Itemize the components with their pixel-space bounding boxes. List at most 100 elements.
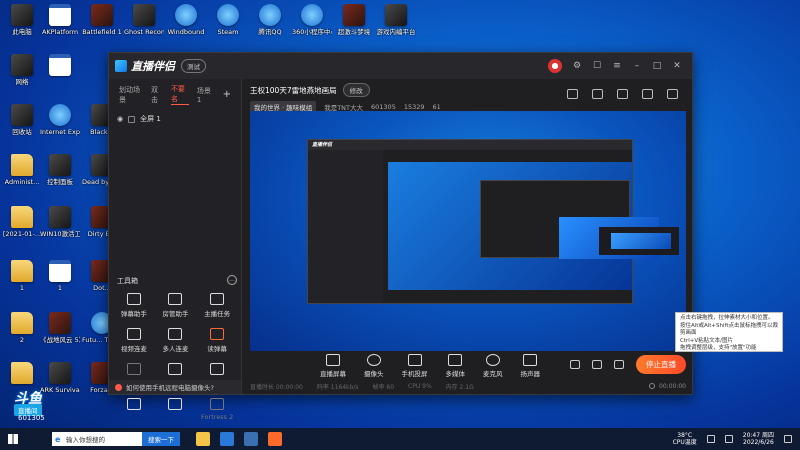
status-item-1: 码率 1164kb/s — [316, 383, 359, 391]
desktop-icon-6[interactable]: 腾讯QQ — [250, 4, 290, 36]
desktop-icon-15[interactable]: Administ... — [2, 154, 42, 186]
more-icon[interactable]: … — [227, 275, 237, 285]
desktop-icon-28[interactable]: ARK Survival... — [40, 362, 80, 394]
tool-item-2[interactable]: 主播任务 — [196, 293, 238, 318]
shortcut-icon — [217, 4, 239, 26]
desktop-icon-19[interactable]: WIN10激活工具 — [40, 206, 80, 238]
preview-canvas[interactable]: 直播伴侣 — [250, 111, 686, 351]
minimize-icon[interactable]: – — [632, 61, 642, 71]
source-action-0[interactable]: 直播屏幕 — [320, 354, 346, 378]
scene-source-item[interactable]: ◉ 全屏 1 — [109, 110, 241, 128]
screenshot-icon[interactable] — [617, 89, 628, 99]
desktop-icon-13[interactable]: Internet Explorer — [40, 104, 80, 136]
tab-scene-2[interactable]: 不要名 — [170, 84, 189, 105]
shortcut-icon — [49, 104, 71, 126]
taskbar-search-button[interactable]: 搜索一下 — [142, 432, 180, 446]
shortcut-icon — [175, 4, 197, 26]
desktop-icon-22[interactable]: 1 — [40, 260, 80, 292]
record-icon[interactable] — [592, 89, 603, 99]
skin-icon[interactable]: ☐ — [592, 61, 602, 71]
desktop-icon-1[interactable]: AKPlatform — [40, 4, 80, 36]
menu-icon[interactable]: ≡ — [612, 61, 622, 71]
maximize-icon[interactable]: □ — [652, 61, 662, 71]
source-action-2[interactable]: 手机投屏 — [402, 354, 428, 378]
desktop-icon-24[interactable]: 2 — [2, 312, 42, 344]
source-action-4[interactable]: 麦克风 — [483, 354, 503, 378]
tab-scene-3[interactable]: 场景 1 — [197, 86, 215, 104]
title-bar[interactable]: 直播伴侣 测试 ⚙ ☐ ≡ – □ ✕ — [109, 53, 692, 79]
edit-button[interactable]: 修改 — [342, 83, 370, 97]
close-icon[interactable]: ✕ — [672, 61, 682, 71]
desktop-icon-16[interactable]: 控制面板 — [40, 154, 80, 186]
clock[interactable]: 20:47 周四 2022/6/26 — [743, 432, 774, 446]
desktop-icon-11[interactable] — [40, 54, 80, 78]
desktop-icon-8[interactable]: 超激斗梦境 — [334, 4, 374, 36]
desktop-icon-0[interactable]: 此电脑 — [2, 4, 42, 36]
avatar[interactable] — [548, 59, 562, 73]
checkbox[interactable] — [128, 115, 136, 123]
desktop-icon-2[interactable]: Battlefield 1 — [82, 4, 122, 36]
tool-item-4[interactable]: 多人连麦 — [155, 328, 197, 353]
desktop-icon-4[interactable]: Windbound — [166, 4, 206, 36]
eye-icon[interactable]: ◉ — [117, 115, 123, 123]
taskbar-search-input[interactable]: 输入你想搜的 — [52, 432, 142, 446]
watermark-room: 601305 — [18, 414, 45, 422]
stop-live-button[interactable]: 停止直播 — [636, 355, 686, 374]
tab-scene-1[interactable]: 双击 — [151, 85, 163, 105]
nested-window-3 — [599, 227, 679, 255]
desktop-icon-27[interactable] — [2, 362, 42, 386]
tip-icon — [115, 383, 122, 391]
eye-toggle-icon[interactable] — [592, 360, 602, 369]
tool-item-3[interactable]: 视频连麦 — [113, 328, 155, 353]
add-scene-button[interactable]: + — [223, 89, 231, 100]
bird-icon[interactable] — [244, 432, 258, 446]
hint-line-1: 按住Alt或Alt+Shift点击鼠标拖拽可以裁剪画面 — [680, 322, 779, 337]
tool-item-9[interactable] — [113, 398, 155, 421]
desktop-icon-9[interactable]: 游戏内编平台 — [376, 4, 416, 36]
camera-icon[interactable] — [570, 360, 580, 369]
shortcut-icon — [49, 312, 71, 334]
tool-item-11[interactable]: Fortress 2 — [196, 398, 238, 421]
desktop-icon-12[interactable]: 回收站 — [2, 104, 42, 136]
cpu-temp[interactable]: 38°C CPU温度 — [673, 432, 697, 446]
share-icon[interactable] — [667, 89, 678, 99]
source-action-icon — [485, 354, 500, 366]
source-action-5[interactable]: 扬声器 — [521, 354, 540, 378]
status-time: 00:00:00 — [659, 382, 686, 390]
live-companion-window[interactable]: 直播伴侣 测试 ⚙ ☐ ≡ – □ ✕ 划动场景 双击 不要名 场景 1 + ◉… — [108, 52, 693, 421]
tool-item-1[interactable]: 房管助手 — [155, 293, 197, 318]
tool-item-0[interactable]: 弹幕助手 — [113, 293, 155, 318]
tab-scene-0[interactable]: 划动场景 — [119, 85, 143, 105]
desktop-icon-10[interactable]: 网络 — [2, 54, 42, 86]
network-icon[interactable] — [706, 435, 715, 443]
start-button[interactable] — [4, 428, 22, 450]
settings-icon[interactable] — [614, 360, 624, 369]
desktop-icon-18[interactable]: [2021-01-... — [2, 206, 42, 238]
tip-bar[interactable]: 如何使用手机远程电脑摄像头? — [109, 380, 241, 394]
tool-item-10[interactable] — [155, 398, 197, 421]
volume-icon[interactable] — [724, 435, 733, 443]
tool-icon — [168, 398, 183, 410]
desktop-icon-label: Steam — [217, 28, 239, 36]
desktop-icon-3[interactable]: Ghost Recon®... — [124, 4, 164, 36]
desktop-icon-25[interactable]: 《战地风云 5》 — [40, 312, 80, 344]
desktop-icon-5[interactable]: Steam — [208, 4, 248, 36]
notification-icon[interactable] — [784, 435, 792, 443]
source-action-1[interactable]: 摄像头 — [364, 354, 384, 378]
desktop-icon-21[interactable]: 1 — [2, 260, 42, 292]
gear-icon[interactable]: ⚙ — [572, 61, 582, 71]
bell-icon[interactable] — [642, 89, 653, 99]
layout-icon[interactable] — [567, 89, 578, 99]
desktop-icon[interactable] — [220, 432, 234, 446]
live-app-icon[interactable] — [268, 432, 282, 446]
tool-icon — [210, 328, 225, 340]
desktop-icon-7[interactable]: 360小程序中心 — [292, 4, 332, 36]
desktop-icon-label: 游戏内编平台 — [376, 28, 416, 36]
tool-item-5[interactable]: 读弹幕 — [196, 328, 238, 353]
file-explorer-icon[interactable] — [196, 432, 210, 446]
windows-icon — [8, 434, 18, 444]
toolbox-grid: 弹幕助手房管助手主播任务视频连麦多人连麦读弹幕语音助手弹幕姬歌词助手Fortre… — [113, 293, 238, 421]
tool-label: 房管助手 — [162, 310, 189, 318]
desktop-icon-label: [2021-01-... — [2, 230, 42, 238]
source-action-3[interactable]: 多媒体 — [446, 354, 465, 378]
